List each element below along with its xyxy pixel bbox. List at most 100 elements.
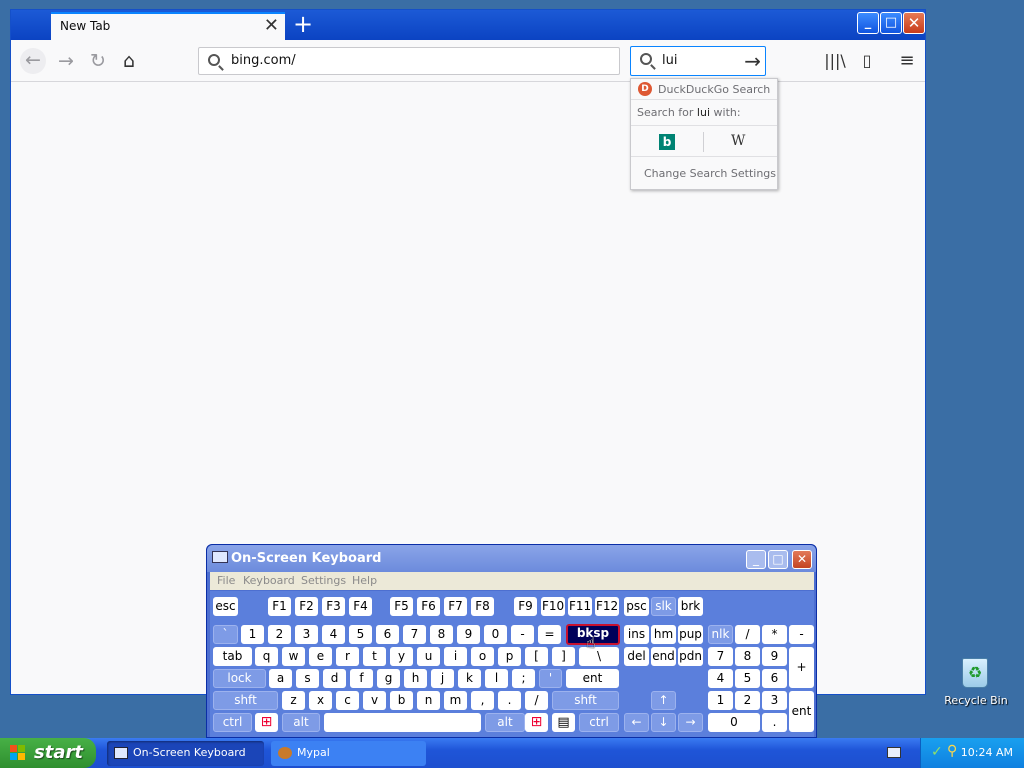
reload-icon[interactable]: ↻ bbox=[86, 49, 110, 73]
recycle-bin[interactable]: ♻ Recycle Bin bbox=[944, 658, 1008, 714]
wikipedia-icon[interactable]: W bbox=[731, 133, 745, 149]
context-menu-icon[interactable]: ▤ bbox=[552, 713, 575, 732]
sidebar-icon[interactable]: ▯ bbox=[855, 49, 879, 73]
key-u[interactable]: u bbox=[417, 647, 440, 666]
key-period[interactable]: . bbox=[498, 691, 521, 710]
key-numpad-6[interactable]: 6 bbox=[762, 669, 787, 688]
menu-settings[interactable]: Settings bbox=[301, 574, 346, 587]
key-caps-lock[interactable]: lock bbox=[213, 669, 266, 688]
key-numpad-7[interactable]: 7 bbox=[708, 647, 733, 666]
current-engine-row[interactable]: D DuckDuckGo Search bbox=[631, 79, 777, 100]
osk-title-bar[interactable]: On-Screen Keyboard _ □ ✕ bbox=[207, 545, 816, 572]
key-left-bracket[interactable]: [ bbox=[525, 647, 548, 666]
key-numpad-4[interactable]: 4 bbox=[708, 669, 733, 688]
key-arrow-down[interactable]: ↓ bbox=[651, 713, 676, 732]
key-numpad-9[interactable]: 9 bbox=[762, 647, 787, 666]
key-arrow-right[interactable]: → bbox=[678, 713, 703, 732]
tab-close-icon[interactable]: ✕ bbox=[264, 14, 279, 38]
taskbar-item-mypal[interactable]: Mypal bbox=[271, 741, 426, 766]
key-numpad-2[interactable]: 2 bbox=[735, 691, 760, 710]
key-slk[interactable]: slk bbox=[651, 597, 676, 616]
key-left-shift[interactable]: shft bbox=[213, 691, 278, 710]
key-5[interactable]: 5 bbox=[349, 625, 372, 644]
key-tab[interactable]: tab bbox=[213, 647, 252, 666]
key-m[interactable]: m bbox=[444, 691, 467, 710]
key-o[interactable]: o bbox=[471, 647, 494, 666]
key-f1[interactable]: F1 bbox=[268, 597, 291, 616]
key-semicolon[interactable]: ; bbox=[512, 669, 535, 688]
key-f8[interactable]: F8 bbox=[471, 597, 494, 616]
key-pup[interactable]: pup bbox=[678, 625, 703, 644]
key-r[interactable]: r bbox=[336, 647, 359, 666]
key-f9[interactable]: F9 bbox=[514, 597, 537, 616]
key-q[interactable]: q bbox=[255, 647, 278, 666]
key-numpad-8[interactable]: 8 bbox=[735, 647, 760, 666]
start-button[interactable]: start bbox=[0, 738, 96, 768]
hamburger-menu-icon[interactable]: ≡ bbox=[895, 49, 919, 73]
key-del[interactable]: del bbox=[624, 647, 649, 666]
key-4[interactable]: 4 bbox=[322, 625, 345, 644]
key-numpad-0[interactable]: 0 bbox=[708, 713, 760, 732]
url-bar[interactable]: bing.com/ bbox=[198, 47, 620, 75]
key-6[interactable]: 6 bbox=[376, 625, 399, 644]
back-arrow-icon[interactable]: ← bbox=[20, 48, 46, 74]
key-nlk[interactable]: nlk bbox=[708, 625, 733, 644]
windows-logo-icon[interactable]: ⊞ bbox=[525, 713, 548, 732]
key-space[interactable] bbox=[324, 713, 481, 732]
key-c[interactable]: c bbox=[336, 691, 359, 710]
key-l[interactable]: l bbox=[485, 669, 508, 688]
key-f4[interactable]: F4 bbox=[349, 597, 372, 616]
key-f7[interactable]: F7 bbox=[444, 597, 467, 616]
window-close-button[interactable]: ✕ bbox=[903, 12, 925, 34]
key-1[interactable]: 1 bbox=[241, 625, 264, 644]
key-z[interactable]: z bbox=[282, 691, 305, 710]
key-f2[interactable]: F2 bbox=[295, 597, 318, 616]
key-pdn[interactable]: pdn bbox=[678, 647, 703, 666]
key-s[interactable]: s bbox=[296, 669, 319, 688]
key-a[interactable]: a bbox=[269, 669, 292, 688]
menu-help[interactable]: Help bbox=[352, 574, 377, 587]
key-enter[interactable]: ent bbox=[566, 669, 619, 688]
key-minus[interactable]: - bbox=[511, 625, 534, 644]
search-go-arrow-icon[interactable]: → bbox=[744, 49, 761, 73]
key-numpad-multiply[interactable]: * bbox=[762, 625, 787, 644]
key-psc[interactable]: psc bbox=[624, 597, 649, 616]
key-brk[interactable]: brk bbox=[678, 597, 703, 616]
key-g[interactable]: g bbox=[377, 669, 400, 688]
key-h[interactable]: h bbox=[404, 669, 427, 688]
key-comma[interactable]: , bbox=[471, 691, 494, 710]
key-f5[interactable]: F5 bbox=[390, 597, 413, 616]
key-esc[interactable]: esc bbox=[213, 597, 238, 616]
key-f3[interactable]: F3 bbox=[322, 597, 345, 616]
key-backslash[interactable]: \ bbox=[579, 647, 619, 666]
window-maximize-button[interactable]: □ bbox=[880, 12, 902, 34]
clock[interactable]: 10:24 AM bbox=[961, 746, 1013, 759]
window-minimize-button[interactable]: _ bbox=[857, 12, 879, 34]
key-left-alt[interactable]: alt bbox=[282, 713, 320, 732]
new-tab-button[interactable]: + bbox=[285, 10, 321, 40]
key-numpad-5[interactable]: 5 bbox=[735, 669, 760, 688]
key-p[interactable]: p bbox=[498, 647, 521, 666]
taskbar-item-on-screen-keyboard[interactable]: On-Screen Keyboard bbox=[107, 741, 264, 766]
key-left-ctrl[interactable]: ctrl bbox=[213, 713, 252, 732]
keyboard-tray-icon[interactable] bbox=[887, 747, 901, 758]
key-x[interactable]: x bbox=[309, 691, 332, 710]
key-f12[interactable]: F12 bbox=[595, 597, 619, 616]
key-equals[interactable]: = bbox=[538, 625, 561, 644]
key-right-shift[interactable]: shft bbox=[552, 691, 619, 710]
key-v[interactable]: v bbox=[363, 691, 386, 710]
key-slash[interactable]: / bbox=[525, 691, 548, 710]
search-tray-icon[interactable]: ⚲ bbox=[947, 743, 957, 759]
key-7[interactable]: 7 bbox=[403, 625, 426, 644]
key-end[interactable]: end bbox=[651, 647, 676, 666]
bing-icon[interactable]: b bbox=[659, 134, 675, 150]
osk-minimize-button[interactable]: _ bbox=[746, 550, 766, 569]
menu-keyboard[interactable]: Keyboard bbox=[243, 574, 295, 587]
forward-arrow-icon[interactable]: → bbox=[54, 49, 78, 73]
key-quote[interactable]: ' bbox=[539, 669, 562, 688]
tab-new-tab[interactable]: New Tab ✕ bbox=[51, 12, 285, 40]
key-numpad-divide[interactable]: / bbox=[735, 625, 760, 644]
key-t[interactable]: t bbox=[363, 647, 386, 666]
key-i[interactable]: i bbox=[444, 647, 467, 666]
key-8[interactable]: 8 bbox=[430, 625, 453, 644]
